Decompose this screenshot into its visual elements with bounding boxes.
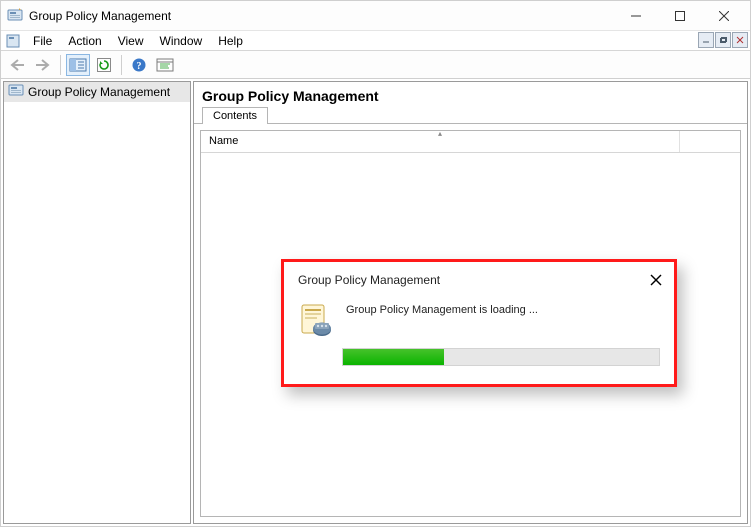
column-name-label: Name — [209, 135, 238, 147]
list-view[interactable]: ▴ Name Group Policy Management — [200, 130, 741, 517]
content-pane: Group Policy Management Contents ▴ Name … — [193, 81, 748, 524]
menu-help[interactable]: Help — [210, 32, 251, 50]
show-tree-button[interactable] — [66, 54, 90, 76]
window-titlebar: Group Policy Management — [1, 1, 750, 31]
dialog-title: Group Policy Management — [298, 273, 440, 287]
menu-file[interactable]: File — [25, 32, 60, 50]
tree-root-label: Group Policy Management — [28, 85, 170, 99]
content-header: Group Policy Management — [194, 82, 747, 106]
svg-text:?: ? — [137, 61, 142, 72]
toolbar-separator — [121, 55, 122, 75]
refresh-button[interactable] — [92, 54, 116, 76]
main-area: Group Policy Management Group Policy Man… — [1, 79, 750, 526]
tab-contents[interactable]: Contents — [202, 107, 268, 124]
loading-icon — [298, 302, 334, 338]
minimize-button[interactable] — [614, 1, 658, 31]
menu-bar: File Action View Window Help — [1, 31, 750, 51]
dialog-message: Group Policy Management is loading ... — [346, 304, 538, 316]
mdi-minimize-button[interactable] — [698, 32, 714, 48]
nav-tree[interactable]: Group Policy Management — [3, 81, 191, 524]
progress-bar — [342, 348, 660, 366]
mdi-restore-button[interactable] — [715, 32, 731, 48]
column-headers: ▴ Name — [201, 131, 740, 153]
tab-strip: Contents — [194, 106, 747, 124]
maximize-button[interactable] — [658, 1, 702, 31]
menu-action[interactable]: Action — [60, 32, 109, 50]
toolbar-separator — [60, 55, 61, 75]
back-button[interactable] — [5, 54, 29, 76]
gpmc-icon — [8, 83, 24, 102]
column-spacer — [680, 131, 740, 152]
app-icon — [7, 8, 23, 24]
properties-button[interactable] — [153, 54, 177, 76]
menu-view[interactable]: View — [110, 32, 152, 50]
dialog-close-button[interactable] — [648, 272, 664, 288]
tree-root-node[interactable]: Group Policy Management — [4, 82, 190, 102]
sort-ascending-icon: ▴ — [438, 129, 442, 138]
column-name[interactable]: ▴ Name — [201, 131, 680, 152]
document-icon — [5, 33, 21, 49]
close-button[interactable] — [702, 1, 746, 31]
window-title: Group Policy Management — [29, 9, 171, 23]
mdi-close-button[interactable] — [732, 32, 748, 48]
toolbar: ? — [1, 51, 750, 79]
forward-button[interactable] — [31, 54, 55, 76]
progress-fill — [343, 349, 444, 365]
help-button[interactable]: ? — [127, 54, 151, 76]
loading-dialog: Group Policy Management — [281, 259, 677, 387]
menu-window[interactable]: Window — [152, 32, 211, 50]
